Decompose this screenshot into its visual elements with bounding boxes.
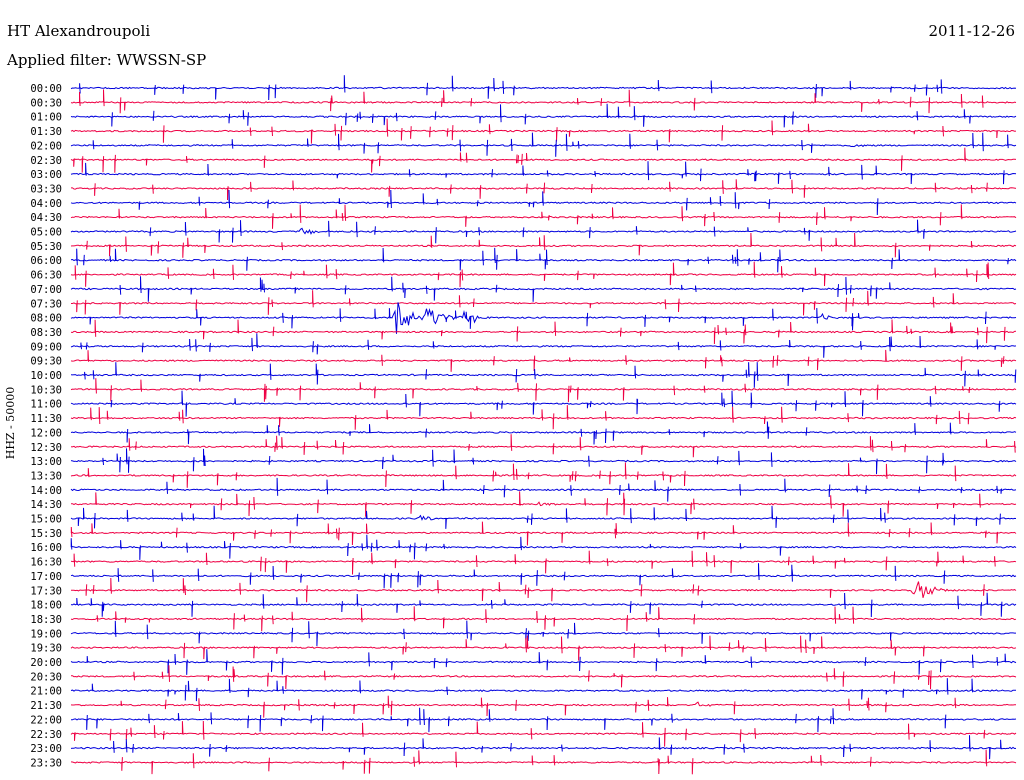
helicorder-plot: 00:00 00:30 01:00 01:30 02:00 02:30 03:00 03:30… (30, 75, 1017, 775)
trace-time-label: 04:00 (30, 198, 62, 210)
trace-time-label: 07:00 (30, 284, 62, 296)
seismic-trace (70, 189, 1017, 216)
trace-time-label: 08:30 (30, 327, 62, 339)
seismic-trace (70, 261, 1017, 288)
trace-time-label: 02:00 (30, 140, 62, 152)
seismic-trace (70, 462, 1017, 488)
trace-time-label: 17:30 (30, 585, 62, 597)
trace-time-label: 23:30 (30, 757, 62, 769)
seismic-trace (70, 649, 1017, 675)
seismic-trace (70, 421, 1017, 445)
trace-time-label: 08:00 (30, 313, 62, 325)
trace-time-label: 18:30 (30, 614, 62, 626)
seismic-trace (71, 179, 1017, 201)
trace-time-label: 19:30 (30, 643, 62, 655)
trace-time-label: 18:00 (30, 600, 62, 612)
trace-time-label: 11:00 (30, 399, 62, 411)
seismic-trace (70, 505, 1017, 529)
trace-time-label: 20:00 (30, 657, 62, 669)
trace-time-label: 05:00 (30, 227, 62, 239)
trace-time-label: 07:30 (30, 298, 62, 310)
seismic-trace (70, 204, 1017, 229)
seismic-trace (70, 620, 1016, 647)
trace-time-label: 10:00 (30, 370, 62, 382)
seismic-trace (70, 333, 1017, 358)
seismic-trace (70, 735, 1017, 760)
seismic-trace (70, 606, 1017, 632)
trace-time-label: 22:00 (30, 714, 62, 726)
trace-time-label: 13:30 (30, 470, 62, 482)
seismic-trace (70, 749, 1017, 775)
seismic-trace (70, 302, 1017, 334)
seismic-trace (70, 550, 1017, 575)
seismic-trace (70, 161, 1017, 185)
seismic-trace (70, 103, 1017, 128)
trace-time-label: 12:30 (30, 442, 62, 454)
seismic-trace (70, 707, 1017, 733)
seismic-trace (70, 132, 1017, 157)
trace-time-label: 12:00 (30, 427, 62, 439)
seismic-trace (70, 276, 1017, 302)
trace-time-label: 20:30 (30, 671, 62, 683)
trace-time-label: 15:30 (30, 528, 62, 540)
trace-time-label: 14:00 (30, 485, 62, 497)
seismic-trace (70, 534, 1017, 560)
seismic-trace (70, 118, 1017, 144)
seismic-trace (71, 491, 1017, 517)
trace-time-label: 05:30 (30, 241, 62, 253)
trace-time-label: 15:00 (30, 514, 62, 526)
trace-time-label: 14:30 (30, 499, 62, 511)
seismic-trace (70, 232, 1017, 258)
trace-time-label: 04:30 (30, 212, 62, 224)
trace-time-label: 22:30 (30, 729, 62, 741)
seismic-trace (70, 577, 1017, 603)
helicorder-page: HT Alexandroupoli Applied filter: WWSSN-… (0, 0, 1024, 780)
trace-time-label: 09:30 (30, 356, 62, 368)
seismic-trace (70, 665, 1017, 690)
trace-time-label: 06:00 (30, 255, 62, 267)
trace-time-label: 00:30 (30, 97, 62, 109)
trace-time-label: 16:00 (30, 542, 62, 554)
trace-time-label: 00:00 (30, 83, 62, 95)
seismic-trace (70, 75, 1017, 101)
seismic-trace (70, 362, 1017, 388)
trace-time-label: 06:30 (30, 270, 62, 282)
trace-time-label: 19:00 (30, 628, 62, 640)
trace-time-label: 02:30 (30, 155, 62, 167)
seismic-trace (70, 635, 1017, 661)
trace-time-label: 21:30 (30, 700, 62, 712)
trace-time-label: 10:30 (30, 384, 62, 396)
seismic-trace (70, 448, 1017, 475)
seismic-trace (70, 405, 1017, 430)
trace-time-label: 03:00 (30, 169, 62, 181)
seismic-trace (71, 290, 1017, 316)
seismic-trace (70, 349, 1017, 372)
seismic-trace (70, 477, 1017, 502)
trace-time-label: 13:00 (30, 456, 62, 468)
trace-time-label: 01:30 (30, 126, 62, 138)
trace-time-label: 01:00 (30, 112, 62, 124)
seismic-trace (70, 678, 1016, 702)
trace-time-label: 16:30 (30, 557, 62, 569)
seismic-trace (70, 434, 1017, 458)
seismic-trace (70, 592, 1017, 618)
trace-time-label: 03:30 (30, 183, 62, 195)
trace-time-label: 11:30 (30, 413, 62, 425)
seismic-trace (70, 89, 1017, 114)
seismic-trace (70, 219, 1017, 244)
seismic-trace (70, 390, 1017, 417)
trace-time-label: 23:00 (30, 743, 62, 755)
seismic-trace (70, 720, 1017, 747)
seismic-trace (70, 147, 1017, 173)
seismic-trace (70, 378, 1017, 403)
seismic-trace (70, 695, 1016, 718)
seismic-trace (70, 521, 1017, 546)
seismic-trace (70, 563, 1017, 589)
seismic-trace (70, 247, 1017, 273)
trace-time-label: 09:00 (30, 341, 62, 353)
trace-time-label: 17:00 (30, 571, 62, 583)
trace-time-label: 21:00 (30, 686, 62, 698)
seismic-trace (70, 319, 1017, 345)
